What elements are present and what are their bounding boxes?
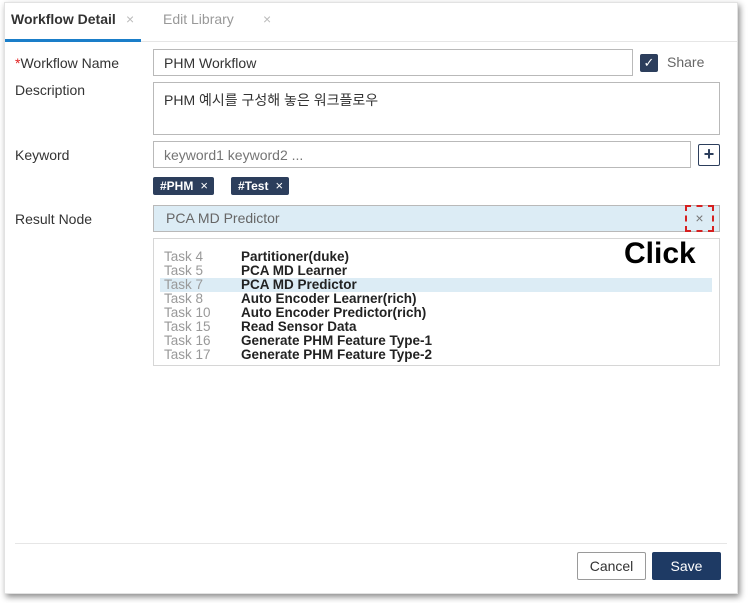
task-name: Generate PHM Feature Type-2: [241, 347, 433, 362]
dropdown-item[interactable]: Task 8 Auto Encoder Learner(rich): [160, 292, 712, 306]
click-annotation: Click: [624, 237, 696, 270]
result-node-select[interactable]: PCA MD Predictor: [153, 205, 720, 232]
dropdown-item[interactable]: Task 10 Auto Encoder Predictor(rich): [160, 306, 712, 320]
cancel-button[interactable]: Cancel: [577, 552, 646, 580]
workflow-dialog: Workflow Detail × Edit Library × *Workfl…: [4, 2, 738, 594]
tab-label: Edit Library: [163, 11, 234, 27]
result-node-label: Result Node: [15, 211, 93, 227]
dropdown-item-selected[interactable]: Task 7 PCA MD Predictor: [160, 278, 712, 292]
tab-edit-library[interactable]: Edit Library ×: [155, 3, 295, 39]
workflow-name-input[interactable]: [153, 49, 633, 76]
share-checkbox[interactable]: ✓: [640, 54, 658, 72]
tab-bar: Workflow Detail × Edit Library ×: [5, 3, 737, 42]
add-keyword-button[interactable]: +: [698, 144, 720, 166]
task-name: Generate PHM Feature Type-1: [241, 333, 433, 348]
task-id: Task 5: [164, 263, 204, 278]
task-id: Task 10: [164, 305, 211, 320]
remove-tag-icon[interactable]: ×: [200, 178, 208, 193]
task-name: Auto Encoder Learner(rich): [241, 291, 417, 306]
tab-label: Workflow Detail: [11, 11, 116, 27]
dropdown-item[interactable]: Task 17 Generate PHM Feature Type-2: [160, 348, 712, 362]
close-icon[interactable]: ×: [126, 3, 134, 35]
dropdown-item[interactable]: Task 16 Generate PHM Feature Type-1: [160, 334, 712, 348]
task-id: Task 7: [164, 277, 204, 292]
task-id: Task 17: [164, 347, 211, 362]
dropdown-item[interactable]: Task 15 Read Sensor Data: [160, 320, 712, 334]
task-id: Task 4: [164, 249, 204, 264]
task-name: Read Sensor Data: [241, 319, 357, 334]
keyword-label: Keyword: [15, 147, 70, 163]
clear-result-node-button[interactable]: ×: [685, 205, 714, 232]
tag-label: #Test: [238, 179, 269, 193]
task-name: PCA MD Predictor: [241, 277, 357, 292]
workflow-name-label: *Workflow Name: [15, 55, 119, 71]
description-label: Description: [15, 82, 86, 98]
keyword-tag: #Test ×: [231, 177, 290, 195]
task-id: Task 16: [164, 333, 211, 348]
task-id: Task 15: [164, 319, 211, 334]
keyword-tag: #PHM ×: [153, 177, 214, 195]
task-name: Auto Encoder Predictor(rich): [241, 305, 427, 320]
footer-divider: [15, 543, 727, 544]
task-name: Partitioner(duke): [241, 249, 350, 264]
close-icon[interactable]: ×: [263, 3, 271, 35]
task-id: Task 8: [164, 291, 204, 306]
description-textarea[interactable]: PHM 예시를 구성해 놓은 워크플로우: [153, 82, 720, 135]
tab-workflow-detail[interactable]: Workflow Detail ×: [5, 3, 141, 42]
share-label: Share: [667, 54, 705, 70]
save-button[interactable]: Save: [652, 552, 721, 580]
remove-tag-icon[interactable]: ×: [275, 178, 283, 193]
keyword-input[interactable]: [153, 141, 691, 168]
tag-label: #PHM: [160, 179, 194, 193]
task-name: PCA MD Learner: [241, 263, 348, 278]
